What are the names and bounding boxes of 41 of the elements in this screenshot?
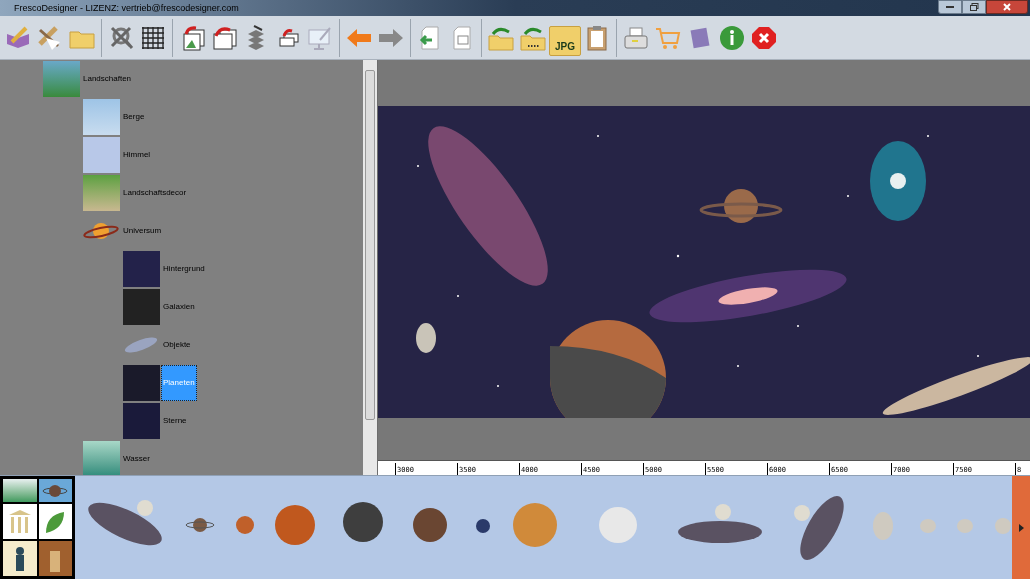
tree-item[interactable]: Landschaftsdecor [122,187,188,199]
tree-item[interactable]: Berge [122,111,146,123]
columns-category-tile[interactable] [3,504,37,539]
tree-item[interactable]: Objekte [162,339,192,351]
tree-item[interactable]: Universum [122,225,163,237]
planet-icon [83,220,120,242]
right-arrow-icon [1018,523,1024,532]
leaf-category-tile[interactable] [38,504,72,539]
thumbnail-picture [43,61,80,97]
scrollbar[interactable] [363,60,377,475]
figure-category-tile[interactable] [3,541,37,576]
folder-button[interactable]: JPG [549,25,581,56]
minimize-icon [946,5,954,9]
thumbnail-picture [123,251,160,287]
info-icon[interactable] [718,23,746,52]
window-title: FrescoDesigner - LIZENZ: vertrieb@frescodesigner.com [14,3,239,13]
planet-category-tile[interactable] [38,479,72,502]
tree-item[interactable]: Wasser [122,453,151,465]
close-button[interactable] [986,0,1028,14]
restore-icon [969,3,979,11]
tree-item[interactable]: Hintergrund [162,263,206,275]
thumbnail-picture [123,403,160,439]
thumbnail-picture [123,365,160,401]
minimize-button[interactable] [938,0,962,14]
thumbnail-picture [83,441,120,475]
planet-icon [42,483,69,498]
figure-icon [14,546,25,571]
spaceship-icon [123,335,160,355]
doorway-category-tile[interactable] [38,541,72,576]
tree-item[interactable]: Galaxien [162,301,196,313]
tree-item[interactable]: Planeten [161,365,197,401]
restore-button[interactable] [962,0,986,14]
landscape-category-tile[interactable] [3,479,37,502]
thumbnail-picture [83,137,120,173]
thumbnail-picture [83,99,120,135]
thumbnail-picture [123,289,160,325]
tree-item[interactable]: Sterne [162,415,188,427]
thumbnail-picture [83,175,120,211]
tree-item[interactable]: Landschaften [82,73,133,85]
tree-item[interactable]: Himmel [122,149,152,161]
close-icon [1003,3,1011,11]
